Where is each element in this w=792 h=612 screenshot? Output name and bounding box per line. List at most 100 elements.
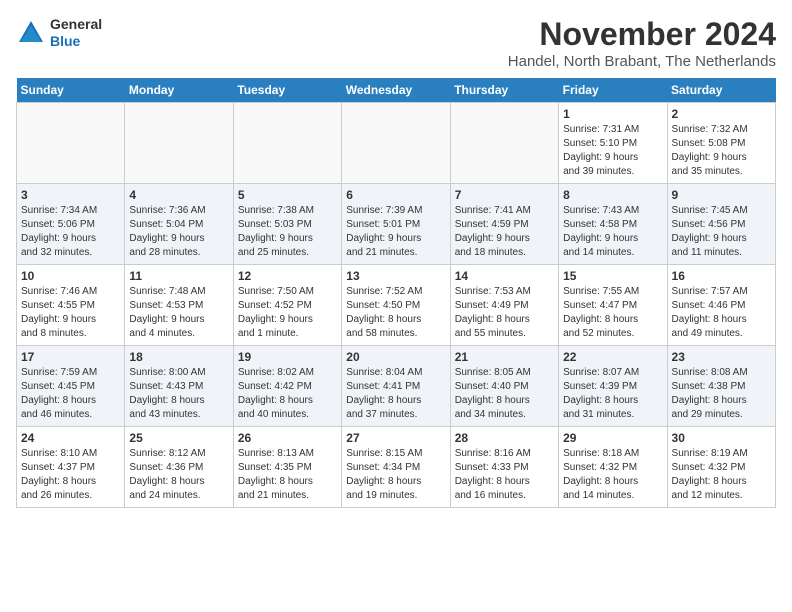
logo-blue: Blue: [50, 33, 80, 49]
day-info: Sunrise: 7:57 AM Sunset: 4:46 PM Dayligh…: [672, 285, 771, 341]
day-number: 17: [21, 350, 120, 364]
day-info: Sunrise: 8:07 AM Sunset: 4:39 PM Dayligh…: [563, 366, 662, 422]
day-info: Sunrise: 7:46 AM Sunset: 4:55 PM Dayligh…: [21, 285, 120, 341]
calendar-cell: 16Sunrise: 7:57 AM Sunset: 4:46 PM Dayli…: [667, 265, 775, 346]
location: Handel, North Brabant, The Netherlands: [508, 53, 776, 70]
day-number: 10: [21, 269, 120, 283]
calendar-week-row: 10 Sunrise: 7:46 AM Sunset: 4:55 PM Dayli…: [17, 265, 776, 346]
calendar-cell: 11 Sunrise: 7:48 AM Sunset: 4:53 PM Dayli…: [125, 265, 233, 346]
day-info: Sunrise: 7:45 AM Sunset: 4:56 PM Dayligh…: [672, 204, 771, 260]
day-number: 27: [346, 431, 445, 445]
day-info: Sunrise: 7:50 AM Sunset: 4:52 PM Dayligh…: [238, 285, 337, 341]
calendar-cell: 20Sunrise: 8:04 AM Sunset: 4:41 PM Dayli…: [342, 346, 450, 427]
day-info: Sunrise: 8:19 AM Sunset: 4:32 PM Dayligh…: [672, 447, 771, 503]
calendar-cell: 2 Sunrise: 7:32 AM Sunset: 5:08 PM Daylig…: [667, 103, 775, 184]
calendar-cell: 15 Sunrise: 7:55 AM Sunset: 4:47 PM Dayli…: [559, 265, 667, 346]
day-info: Sunrise: 8:18 AM Sunset: 4:32 PM Dayligh…: [563, 447, 662, 503]
day-info: Sunrise: 8:04 AM Sunset: 4:41 PM Dayligh…: [346, 366, 445, 422]
title-block: November 2024 Handel, North Brabant, The…: [508, 16, 776, 70]
calendar-cell: 13Sunrise: 7:52 AM Sunset: 4:50 PM Dayli…: [342, 265, 450, 346]
calendar-week-row: 1 Sunrise: 7:31 AM Sunset: 5:10 PM Daylig…: [17, 103, 776, 184]
calendar-week-row: 3Sunrise: 7:34 AM Sunset: 5:06 PM Daylig…: [17, 184, 776, 265]
calendar-cell: 29 Sunrise: 8:18 AM Sunset: 4:32 PM Dayli…: [559, 427, 667, 508]
calendar-cell: 21 Sunrise: 8:05 AM Sunset: 4:40 PM Dayli…: [450, 346, 558, 427]
day-number: 19: [238, 350, 337, 364]
day-number: 25: [129, 431, 228, 445]
day-number: 22: [563, 350, 662, 364]
day-info: Sunrise: 8:00 AM Sunset: 4:43 PM Dayligh…: [129, 366, 228, 422]
weekday-header-friday: Friday: [559, 78, 667, 103]
day-number: 18: [129, 350, 228, 364]
calendar-cell: 19 Sunrise: 8:02 AM Sunset: 4:42 PM Dayli…: [233, 346, 341, 427]
day-number: 28: [455, 431, 554, 445]
day-number: 9: [672, 188, 771, 202]
calendar-cell: 23 Sunrise: 8:08 AM Sunset: 4:38 PM Dayli…: [667, 346, 775, 427]
day-info: Sunrise: 7:59 AM Sunset: 4:45 PM Dayligh…: [21, 366, 120, 422]
calendar-cell: [233, 103, 341, 184]
day-number: 8: [563, 188, 662, 202]
day-number: 7: [455, 188, 554, 202]
calendar-cell: 30 Sunrise: 8:19 AM Sunset: 4:32 PM Dayli…: [667, 427, 775, 508]
weekday-header-sunday: Sunday: [17, 78, 125, 103]
day-info: Sunrise: 7:41 AM Sunset: 4:59 PM Dayligh…: [455, 204, 554, 260]
day-number: 15: [563, 269, 662, 283]
calendar-cell: 10 Sunrise: 7:46 AM Sunset: 4:55 PM Dayli…: [17, 265, 125, 346]
day-info: Sunrise: 8:08 AM Sunset: 4:38 PM Dayligh…: [672, 366, 771, 422]
day-number: 4: [129, 188, 228, 202]
day-number: 21: [455, 350, 554, 364]
weekday-header-monday: Monday: [125, 78, 233, 103]
day-info: Sunrise: 7:36 AM Sunset: 5:04 PM Dayligh…: [129, 204, 228, 260]
calendar-cell: 12 Sunrise: 7:50 AM Sunset: 4:52 PM Dayli…: [233, 265, 341, 346]
day-info: Sunrise: 7:38 AM Sunset: 5:03 PM Dayligh…: [238, 204, 337, 260]
calendar-cell: 6Sunrise: 7:39 AM Sunset: 5:01 PM Daylig…: [342, 184, 450, 265]
day-number: 2: [672, 107, 771, 121]
day-number: 3: [21, 188, 120, 202]
day-info: Sunrise: 7:53 AM Sunset: 4:49 PM Dayligh…: [455, 285, 554, 341]
day-number: 29: [563, 431, 662, 445]
day-number: 23: [672, 350, 771, 364]
day-number: 30: [672, 431, 771, 445]
day-info: Sunrise: 7:43 AM Sunset: 4:58 PM Dayligh…: [563, 204, 662, 260]
calendar-cell: 1 Sunrise: 7:31 AM Sunset: 5:10 PM Daylig…: [559, 103, 667, 184]
day-number: 24: [21, 431, 120, 445]
day-number: 14: [455, 269, 554, 283]
calendar-cell: 9 Sunrise: 7:45 AM Sunset: 4:56 PM Daylig…: [667, 184, 775, 265]
day-info: Sunrise: 8:02 AM Sunset: 4:42 PM Dayligh…: [238, 366, 337, 422]
calendar-cell: 22 Sunrise: 8:07 AM Sunset: 4:39 PM Dayli…: [559, 346, 667, 427]
calendar-cell: [125, 103, 233, 184]
logo-icon: [16, 18, 46, 48]
logo: General Blue: [16, 16, 102, 50]
calendar-cell: 17 Sunrise: 7:59 AM Sunset: 4:45 PM Dayli…: [17, 346, 125, 427]
calendar-cell: 18 Sunrise: 8:00 AM Sunset: 4:43 PM Dayli…: [125, 346, 233, 427]
day-info: Sunrise: 8:05 AM Sunset: 4:40 PM Dayligh…: [455, 366, 554, 422]
day-info: Sunrise: 7:48 AM Sunset: 4:53 PM Dayligh…: [129, 285, 228, 341]
day-number: 12: [238, 269, 337, 283]
day-info: Sunrise: 7:31 AM Sunset: 5:10 PM Dayligh…: [563, 123, 662, 179]
day-info: Sunrise: 8:16 AM Sunset: 4:33 PM Dayligh…: [455, 447, 554, 503]
calendar-cell: 25Sunrise: 8:12 AM Sunset: 4:36 PM Dayli…: [125, 427, 233, 508]
day-number: 13: [346, 269, 445, 283]
calendar-cell: 5Sunrise: 7:38 AM Sunset: 5:03 PM Daylig…: [233, 184, 341, 265]
calendar-cell: 28 Sunrise: 8:16 AM Sunset: 4:33 PM Dayli…: [450, 427, 558, 508]
calendar-cell: 14 Sunrise: 7:53 AM Sunset: 4:49 PM Dayli…: [450, 265, 558, 346]
month-title: November 2024: [508, 16, 776, 53]
day-number: 1: [563, 107, 662, 121]
weekday-header-saturday: Saturday: [667, 78, 775, 103]
day-number: 6: [346, 188, 445, 202]
day-info: Sunrise: 8:10 AM Sunset: 4:37 PM Dayligh…: [21, 447, 120, 503]
day-number: 11: [129, 269, 228, 283]
calendar-cell: 8 Sunrise: 7:43 AM Sunset: 4:58 PM Daylig…: [559, 184, 667, 265]
day-number: 26: [238, 431, 337, 445]
weekday-header-wednesday: Wednesday: [342, 78, 450, 103]
day-info: Sunrise: 7:55 AM Sunset: 4:47 PM Dayligh…: [563, 285, 662, 341]
calendar-cell: [450, 103, 558, 184]
weekday-header-thursday: Thursday: [450, 78, 558, 103]
weekday-header-row: SundayMondayTuesdayWednesdayThursdayFrid…: [17, 78, 776, 103]
day-info: Sunrise: 7:32 AM Sunset: 5:08 PM Dayligh…: [672, 123, 771, 179]
calendar-week-row: 17 Sunrise: 7:59 AM Sunset: 4:45 PM Dayli…: [17, 346, 776, 427]
logo-text: General Blue: [50, 16, 102, 50]
calendar-cell: [17, 103, 125, 184]
calendar-cell: [342, 103, 450, 184]
calendar-table: SundayMondayTuesdayWednesdayThursdayFrid…: [16, 78, 776, 508]
logo-general: General: [50, 16, 102, 32]
